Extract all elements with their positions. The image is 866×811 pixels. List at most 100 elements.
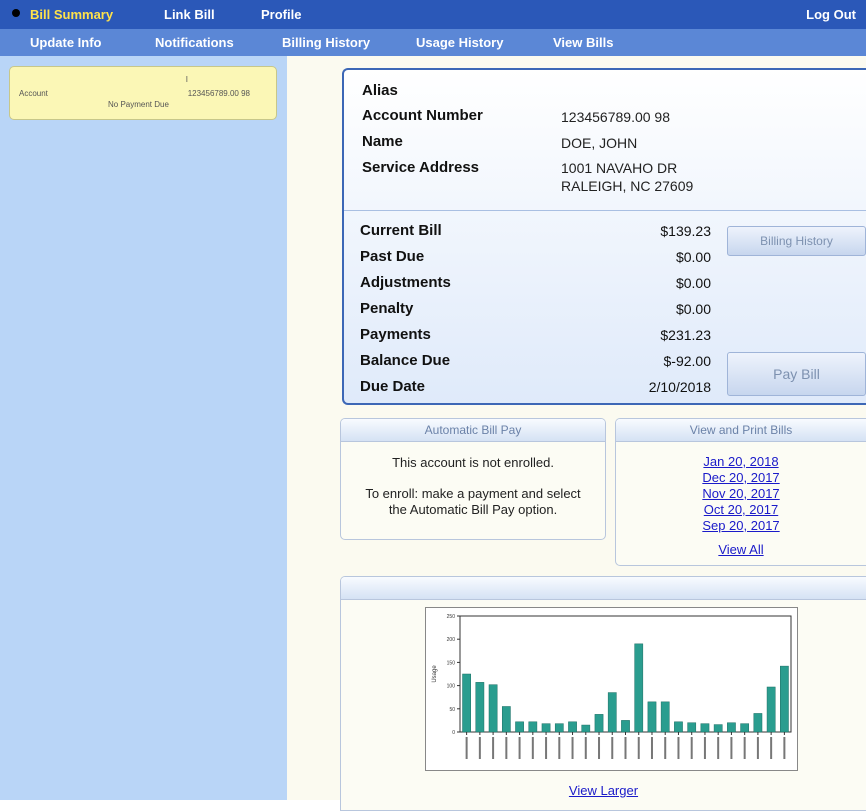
usage-chart-header [341, 577, 866, 600]
past-due-value: $0.00 [675, 249, 711, 265]
bill-link[interactable]: Sep 20, 2017 [702, 518, 779, 533]
x-tick-label-mark [770, 737, 773, 759]
address-line-2: RALEIGH, NC 27609 [561, 178, 694, 194]
x-tick-label-mark [624, 737, 627, 759]
x-tick-label-mark [598, 737, 601, 759]
usage-bar [766, 686, 776, 733]
x-tick-label-mark [505, 737, 508, 759]
usage-bar [462, 673, 471, 733]
y-tick-label: 0 [452, 730, 455, 736]
usage-bar [647, 701, 657, 733]
usage-bar [594, 714, 604, 733]
x-tick-label-mark [677, 737, 680, 759]
x-tick-label-mark [558, 737, 561, 759]
bill-link[interactable]: Dec 20, 2017 [702, 470, 779, 485]
usage-bar [687, 722, 697, 733]
service-address-label: Service Address [362, 159, 480, 176]
bill-link[interactable]: Jan 20, 2018 [703, 454, 778, 469]
billing-history-button[interactable]: Billing History [727, 226, 866, 256]
sidebar: I Account 123456789.00 98 No Payment Due [0, 56, 287, 800]
penalty-label: Penalty [360, 300, 414, 317]
x-tick-label-mark [743, 737, 746, 759]
account-card-label: Account [19, 89, 48, 98]
usage-bar [621, 720, 630, 733]
view-larger-link[interactable]: View Larger [569, 783, 638, 798]
usage-bar [660, 701, 670, 733]
name-value: DOE, JOHN [561, 135, 638, 151]
usage-bar [568, 721, 577, 733]
payments-value: $231.23 [660, 327, 711, 343]
nav-link-bill[interactable]: Link Bill [164, 0, 215, 29]
x-tick-label-mark [756, 737, 759, 759]
usage-bar [700, 723, 710, 733]
nav-update-info[interactable]: Update Info [30, 29, 102, 56]
x-tick-label-mark [465, 737, 468, 759]
usage-bar [541, 723, 551, 733]
account-summary-panel: Alias Account Number 123456789.00 98 Nam… [342, 68, 866, 405]
account-number-value: 123456789.00 98 [561, 109, 670, 125]
balance-due-value: $-92.00 [663, 353, 711, 369]
nav-view-bills[interactable]: View Bills [553, 29, 613, 56]
pay-bill-button[interactable]: Pay Bill [727, 352, 866, 396]
x-tick-label-mark [611, 737, 614, 759]
x-tick-label-mark [571, 737, 574, 759]
x-tick-label-mark [730, 737, 733, 759]
account-card-status: No Payment Due [108, 100, 169, 109]
x-tick-label-mark [478, 737, 481, 759]
y-tick-label: 150 [447, 660, 456, 666]
nav-usage-history[interactable]: Usage History [416, 29, 503, 56]
usage-bar [528, 721, 538, 733]
usage-bar [674, 721, 683, 733]
nav-notifications[interactable]: Notifications [155, 29, 234, 56]
x-tick-label-mark [531, 737, 534, 759]
x-tick-label-mark [783, 737, 786, 759]
usage-bar [634, 643, 644, 733]
account-number-label: Account Number [362, 107, 483, 124]
view-print-bills-box: View and Print Bills Jan 20, 2018 Dec 20… [615, 418, 866, 566]
due-date-value: 2/10/2018 [648, 379, 711, 395]
usage-bar [515, 721, 524, 733]
panel-divider [344, 210, 866, 211]
account-card-number: 123456789.00 98 [187, 89, 250, 98]
usage-bar [780, 665, 789, 733]
account-card[interactable]: I Account 123456789.00 98 No Payment Due [9, 66, 277, 120]
view-all-bills-link[interactable]: View All [718, 542, 763, 557]
x-tick-label-mark [690, 737, 693, 759]
logout-link[interactable]: Log Out [806, 0, 856, 29]
bill-link[interactable]: Oct 20, 2017 [704, 502, 778, 517]
usage-bar [607, 692, 617, 733]
penalty-value: $0.00 [675, 301, 711, 317]
x-tick-label-mark [545, 737, 548, 759]
x-tick-label-mark [650, 737, 653, 759]
active-bullet-icon [12, 9, 20, 17]
auto-pay-status: This account is not enrolled. [392, 455, 554, 470]
payments-label: Payments [360, 326, 431, 343]
balance-due-label: Balance Due [360, 352, 451, 369]
usage-chart[interactable]: 0 50 100 150 200 250 Usage [425, 607, 798, 771]
y-tick-label: 100 [447, 684, 456, 690]
y-tick-label: 200 [447, 637, 456, 643]
current-bill-value: $139.23 [660, 223, 711, 239]
bill-link[interactable]: Nov 20, 2017 [702, 486, 779, 501]
usage-bar [488, 684, 498, 733]
name-label: Name [362, 133, 403, 150]
automatic-bill-pay-title: Automatic Bill Pay [341, 419, 605, 442]
auto-pay-instructions: To enroll: make a payment and select the… [365, 486, 581, 517]
nav-billing-history[interactable]: Billing History [282, 29, 370, 56]
usage-bar [581, 724, 591, 733]
y-axis-label: Usage [432, 665, 438, 683]
nav-profile[interactable]: Profile [261, 0, 301, 29]
nav-bill-summary[interactable]: Bill Summary [30, 0, 113, 29]
alias-label: Alias [362, 82, 398, 99]
x-tick-label-mark [584, 737, 587, 759]
past-due-label: Past Due [360, 248, 425, 265]
x-tick-label-mark [717, 737, 720, 759]
due-date-label: Due Date [360, 378, 426, 395]
usage-chart-svg: 0 50 100 150 200 250 Usage [432, 614, 792, 759]
x-tick-label-mark [664, 737, 667, 759]
automatic-bill-pay-box: Automatic Bill Pay This account is not e… [340, 418, 606, 540]
x-tick-label-mark [518, 737, 521, 759]
usage-bar [713, 724, 723, 733]
main-content: Alias Account Number 123456789.00 98 Nam… [287, 56, 866, 811]
account-marker: I [185, 75, 188, 84]
